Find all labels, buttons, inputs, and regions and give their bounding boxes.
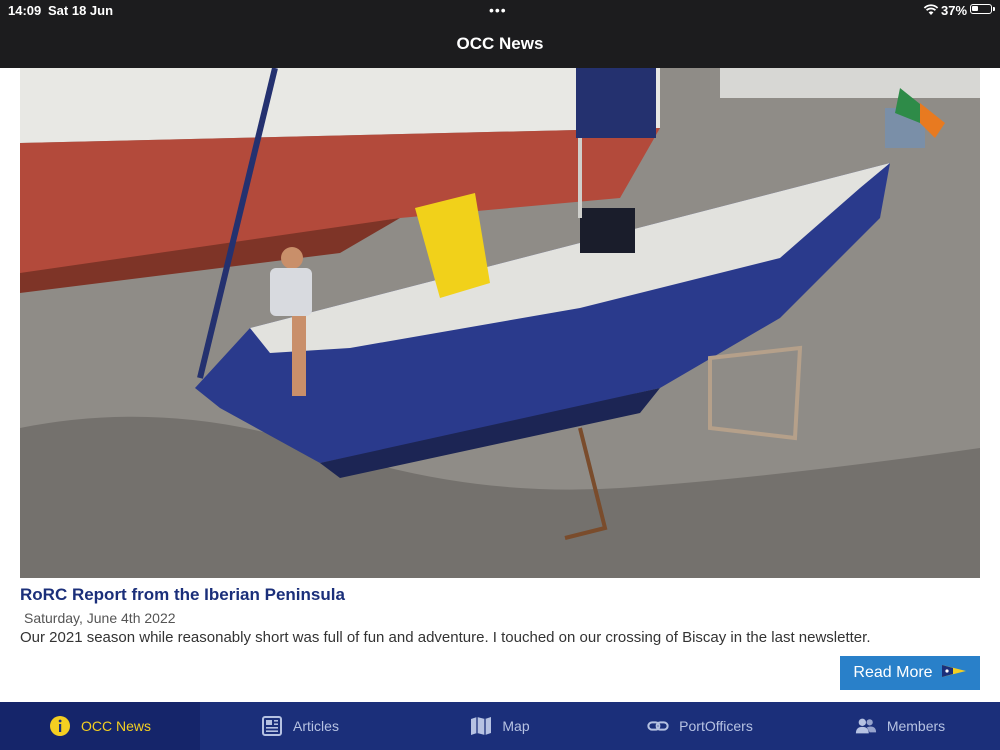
burgee-flag-icon [941, 664, 967, 683]
article-image[interactable] [20, 68, 980, 578]
tab-label: Map [502, 718, 530, 734]
tab-occ-news[interactable]: OCC News [0, 702, 200, 750]
status-time: 14:09 [8, 3, 42, 18]
read-more-button[interactable]: Read More [840, 656, 980, 690]
tab-label: Articles [293, 718, 339, 734]
battery-icon [970, 4, 995, 14]
read-more-label: Read More [853, 664, 933, 681]
tab-portofficers[interactable]: PortOfficers [600, 702, 800, 750]
article-title[interactable]: RoRC Report from the Iberian Peninsula [20, 585, 345, 605]
status-date: Sat 18 Jun [48, 3, 114, 18]
page-title: OCC News [456, 34, 544, 53]
people-icon [855, 715, 877, 737]
map-icon [470, 715, 492, 737]
info-icon [49, 715, 71, 737]
wifi-icon [923, 3, 939, 19]
article-excerpt: Our 2021 season while reasonably short w… [20, 629, 871, 646]
navigation-bar: OCC News [0, 20, 1000, 68]
multitasking-dots-icon[interactable]: ••• [489, 3, 507, 17]
tab-label: PortOfficers [679, 718, 753, 734]
tab-label: OCC News [80, 718, 151, 734]
tab-label: Members [886, 718, 946, 734]
newspaper-icon [261, 715, 283, 737]
article-date: Saturday, June 4th 2022 [24, 610, 176, 626]
battery-percent: 37% [941, 3, 968, 18]
link-icon [647, 715, 669, 737]
tab-members[interactable]: Members [800, 702, 1000, 750]
status-bar: 14:09 Sat 18 Jun ••• 37% [0, 0, 1000, 20]
tab-articles[interactable]: Articles [200, 702, 400, 750]
tab-bar: OCC News Articles Map PortOfficers Membe… [0, 702, 1000, 750]
tab-map[interactable]: Map [400, 702, 600, 750]
